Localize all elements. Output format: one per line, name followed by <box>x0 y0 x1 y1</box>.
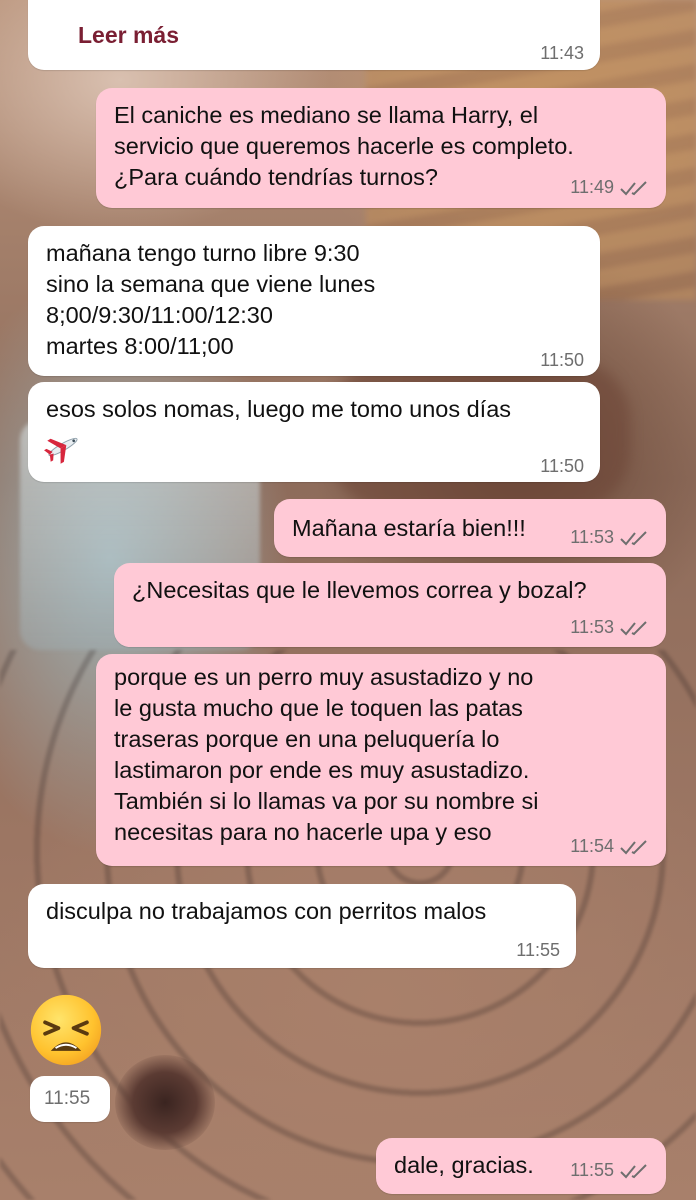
message-bubble-outgoing[interactable]: El caniche es mediano se llama Harry, el… <box>96 88 666 208</box>
message-time: 11:50 <box>540 456 584 477</box>
message-time: 11:54 <box>570 836 650 857</box>
message-time: 11:49 <box>570 177 650 198</box>
message-time: 11:53 <box>570 617 650 638</box>
message-text: disculpa no trabajamos con perritos malo… <box>46 898 487 924</box>
persevering-face-emoji-icon <box>30 994 102 1066</box>
double-check-icon <box>620 530 647 545</box>
message-time-text: 11:55 <box>570 1160 614 1180</box>
message-time: 11:53 <box>570 527 650 548</box>
message-bubble-incoming[interactable]: Leer más 11:43 <box>28 0 600 70</box>
message-time: 11:55 <box>516 940 560 961</box>
message-bubble-outgoing[interactable]: dale, gracias. 11:55 <box>376 1138 666 1194</box>
read-more-link[interactable]: Leer más <box>78 22 179 49</box>
message-time-text: 11:55 <box>516 940 560 960</box>
airplane-emoji-icon <box>44 437 78 464</box>
message-time: 11:50 <box>540 350 584 371</box>
message-time: 11:55 <box>570 1160 650 1181</box>
sticker-time-pill: 11:55 <box>30 1076 110 1122</box>
message-bubble-incoming[interactable]: disculpa no trabajamos con perritos malo… <box>28 884 576 968</box>
message-time-text: 11:55 <box>44 1088 91 1109</box>
message-text: porque es un perro muy asustadizo y no l… <box>114 664 539 845</box>
double-check-icon <box>620 620 647 635</box>
message-time-text: 11:50 <box>540 350 584 370</box>
double-check-icon <box>620 839 647 854</box>
chat-thread: Leer más 11:43 El caniche es mediano se … <box>0 0 696 1200</box>
message-bubble-incoming[interactable]: esos solos nomas, luego me tomo unos día… <box>28 382 600 482</box>
message-time-text: 11:53 <box>570 527 614 547</box>
message-bubble-outgoing[interactable]: ¿Necesitas que le llevemos correa y boza… <box>114 563 666 647</box>
message-time-text: 11:54 <box>570 836 614 856</box>
message-time-text: 11:49 <box>570 177 614 197</box>
message-bubble-outgoing[interactable]: porque es un perro muy asustadizo y no l… <box>96 654 666 866</box>
message-bubble-incoming[interactable]: mañana tengo turno libre 9:30 sino la se… <box>28 226 600 376</box>
message-text: esos solos nomas, luego me tomo unos día… <box>46 396 512 422</box>
message-time-text: 11:50 <box>540 456 584 476</box>
message-text: mañana tengo turno libre 9:30 sino la se… <box>46 240 376 359</box>
double-check-icon <box>620 180 647 195</box>
message-time-text: 11:53 <box>570 617 614 637</box>
double-check-icon <box>620 1163 647 1178</box>
message-time-text: 11:43 <box>540 43 584 63</box>
message-text: ¿Necesitas que le llevemos correa y boza… <box>132 577 587 603</box>
message-time: 11:43 <box>540 43 584 64</box>
message-bubble-outgoing[interactable]: Mañana estaría bien!!! 11:53 <box>274 499 666 557</box>
